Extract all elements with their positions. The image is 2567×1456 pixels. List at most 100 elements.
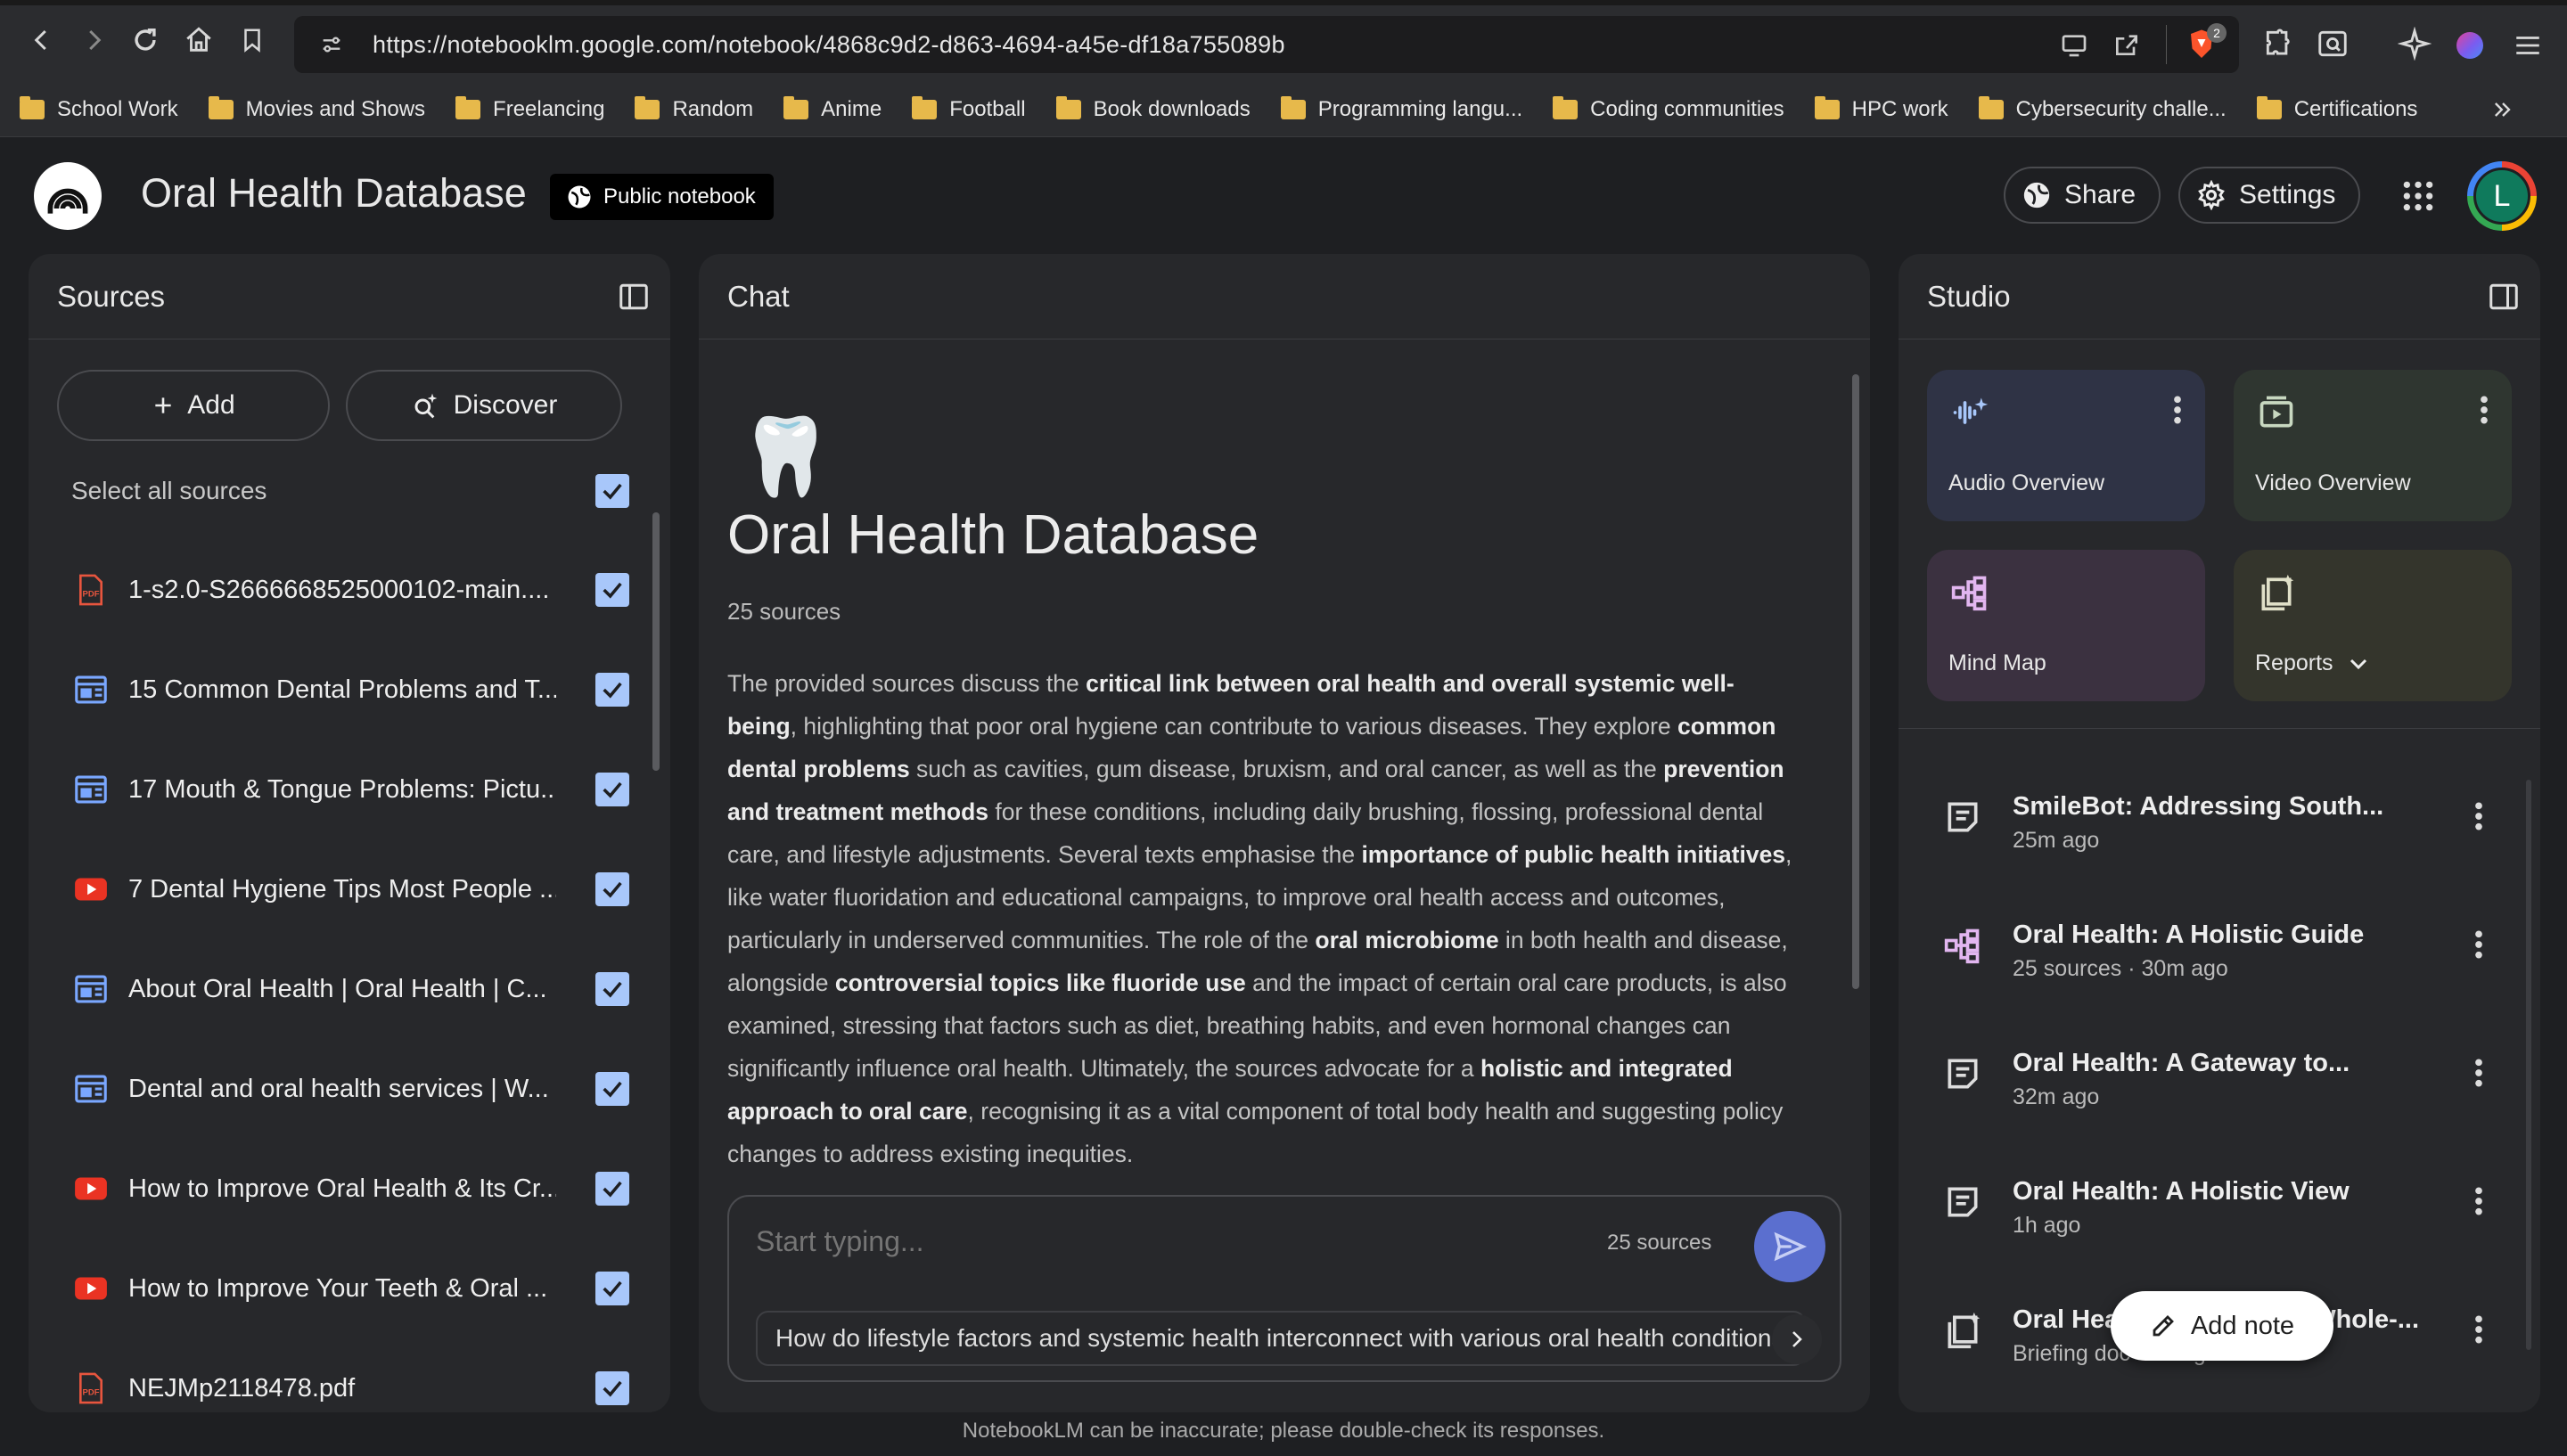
source-item[interactable]: 17 Mouth & Tongue Problems: Pictu...	[73, 763, 644, 816]
web-page-icon	[73, 1071, 109, 1107]
youtube-icon	[73, 1271, 109, 1306]
more-bookmarks-icon[interactable]	[2490, 97, 2515, 122]
chat-input[interactable]	[756, 1215, 1558, 1268]
web-page-icon	[73, 772, 109, 807]
source-item[interactable]: PDF NEJMp2118478.pdf	[73, 1362, 644, 1412]
studio-panel: Studio Audio Overview Video Overview Min…	[1899, 254, 2540, 1412]
source-checkbox[interactable]	[595, 673, 629, 707]
source-item[interactable]: How to Improve Your Teeth & Oral ...	[73, 1262, 644, 1315]
summary-text: The provided sources discuss the	[727, 670, 1087, 697]
back-icon[interactable]	[16, 14, 68, 66]
bookmark-folder[interactable]: Freelancing	[455, 95, 604, 122]
bookmark-folder[interactable]: Book downloads	[1055, 95, 1251, 122]
next-suggestion-button[interactable]	[1772, 1314, 1822, 1364]
reports-card[interactable]: Reports	[2234, 550, 2512, 701]
source-label: 1-s2.0-S2666668525000102-main....	[128, 575, 550, 604]
bookmark-folder[interactable]: Anime	[783, 95, 882, 122]
bookmark-label: Movies and Shows	[245, 96, 426, 121]
bookmark-folder[interactable]: Cybersecurity challe...	[1978, 95, 2227, 122]
source-checkbox[interactable]	[595, 972, 629, 1006]
share-button[interactable]: Share	[2004, 167, 2161, 224]
bookmark-folder[interactable]: Certifications	[2256, 95, 2417, 122]
more-options-icon[interactable]	[2474, 1058, 2483, 1088]
studio-scrollbar[interactable]	[2526, 780, 2531, 1350]
video-overview-card[interactable]: Video Overview	[2234, 370, 2512, 521]
avatar[interactable]: L	[2467, 161, 2537, 231]
bookmark-folder[interactable]: Programming langu...	[1280, 95, 1523, 122]
notebook-title[interactable]: Oral Health Database	[141, 170, 527, 217]
select-all-sources[interactable]: Select all sources	[71, 464, 642, 518]
source-checkbox[interactable]	[595, 1072, 629, 1106]
source-item[interactable]: About Oral Health | Oral Health | C...	[73, 962, 644, 1016]
more-options-icon[interactable]	[2173, 395, 2182, 425]
collapse-panel-icon[interactable]	[617, 281, 651, 313]
card-label: Video Overview	[2255, 470, 2411, 495]
source-item[interactable]: 15 Common Dental Problems and T...	[73, 663, 644, 716]
mind-map-card[interactable]: Mind Map	[1927, 550, 2205, 701]
bookmark-label: HPC work	[1851, 96, 1948, 121]
discover-sources-button[interactable]: Discover	[346, 370, 622, 441]
site-settings-icon[interactable]	[319, 32, 344, 57]
note-item[interactable]: Oral Health: A Holistic Guide 25 sources…	[1943, 908, 2514, 997]
suggested-question[interactable]: How do lifestyle factors and systemic he…	[756, 1311, 1806, 1366]
notebook-summary: The provided sources discuss the critica…	[727, 662, 1797, 1175]
note-item[interactable]: Oral Health: A Holistic View 1h ago	[1943, 1165, 2514, 1254]
sources-scrollbar[interactable]	[652, 512, 660, 771]
home-icon[interactable]	[173, 14, 225, 66]
summary-highlight: oral microbiome	[1315, 927, 1499, 953]
leo-ai-icon[interactable]	[2398, 27, 2432, 61]
summary-highlight: importance of public health initiatives	[1361, 841, 1786, 868]
extensions-icon[interactable]	[2262, 27, 2296, 61]
pdf-icon: PDF	[73, 572, 109, 608]
disclaimer: NotebookLM can be inaccurate; please dou…	[962, 1419, 1605, 1443]
forward-icon[interactable]	[68, 14, 119, 66]
bookmark-folder[interactable]: School Work	[20, 95, 178, 122]
source-checkbox[interactable]	[595, 872, 629, 906]
notebooklm-logo-icon[interactable]	[34, 162, 102, 230]
source-item[interactable]: Dental and oral health services | W...	[73, 1062, 644, 1116]
notebook-emoji: 🦷	[738, 414, 834, 500]
bookmark-label: Programming langu...	[1317, 96, 1523, 121]
note-item[interactable]: Oral Health: A Gateway to... 32m ago	[1943, 1036, 2514, 1125]
more-options-icon[interactable]	[2480, 395, 2489, 425]
collapse-panel-icon[interactable]	[2487, 281, 2521, 313]
source-checkbox[interactable]	[595, 1371, 629, 1405]
more-options-icon[interactable]	[2474, 1186, 2483, 1216]
add-source-button[interactable]: Add	[57, 370, 330, 441]
source-item[interactable]: PDF 1-s2.0-S2666668525000102-main....	[73, 563, 644, 617]
reload-icon[interactable]	[119, 14, 171, 66]
audio-overview-card[interactable]: Audio Overview	[1927, 370, 2205, 521]
bookmark-folder[interactable]: HPC work	[1814, 95, 1948, 122]
apps-grid-icon[interactable]	[2401, 179, 2435, 213]
send-button[interactable]	[1754, 1211, 1825, 1282]
profile-icon[interactable]	[2456, 32, 2483, 59]
chevron-down-icon	[2350, 658, 2366, 669]
more-options-icon[interactable]	[2474, 929, 2483, 960]
note-title: Oral Health: A Holistic Guide	[2013, 920, 2365, 949]
source-checkbox[interactable]	[595, 573, 629, 607]
address-bar[interactable]: https://notebooklm.google.com/notebook/4…	[294, 16, 2239, 73]
cast-icon[interactable]	[2059, 30, 2089, 59]
bookmark-folder[interactable]: Football	[912, 95, 1026, 122]
select-all-checkbox[interactable]	[595, 474, 629, 508]
note-icon	[1943, 1182, 1982, 1222]
source-checkbox[interactable]	[595, 1172, 629, 1206]
bookmark-folder[interactable]: Movies and Shows	[208, 95, 426, 122]
note-item[interactable]: SmileBot: Addressing South... 25m ago	[1943, 780, 2514, 869]
more-options-icon[interactable]	[2474, 801, 2483, 831]
add-note-button[interactable]: Add note	[2111, 1291, 2333, 1361]
share-page-icon[interactable]	[2112, 30, 2141, 59]
bookmark-icon[interactable]	[226, 14, 278, 66]
bookmark-folder[interactable]: Coding communities	[1553, 95, 1784, 122]
report-sparkle-icon	[1943, 1311, 1982, 1350]
settings-button[interactable]: Settings	[2178, 167, 2361, 224]
more-options-icon[interactable]	[2474, 1314, 2483, 1345]
source-checkbox[interactable]	[595, 1272, 629, 1305]
bookmark-folder[interactable]: Random	[635, 95, 753, 122]
reader-mode-icon[interactable]	[2316, 27, 2350, 61]
chat-scrollbar[interactable]	[1852, 374, 1859, 989]
menu-icon[interactable]	[2512, 30, 2544, 61]
source-item[interactable]: How to Improve Oral Health & Its Cr...	[73, 1162, 644, 1215]
source-item[interactable]: 7 Dental Hygiene Tips Most People ...	[73, 863, 644, 916]
source-checkbox[interactable]	[595, 773, 629, 806]
